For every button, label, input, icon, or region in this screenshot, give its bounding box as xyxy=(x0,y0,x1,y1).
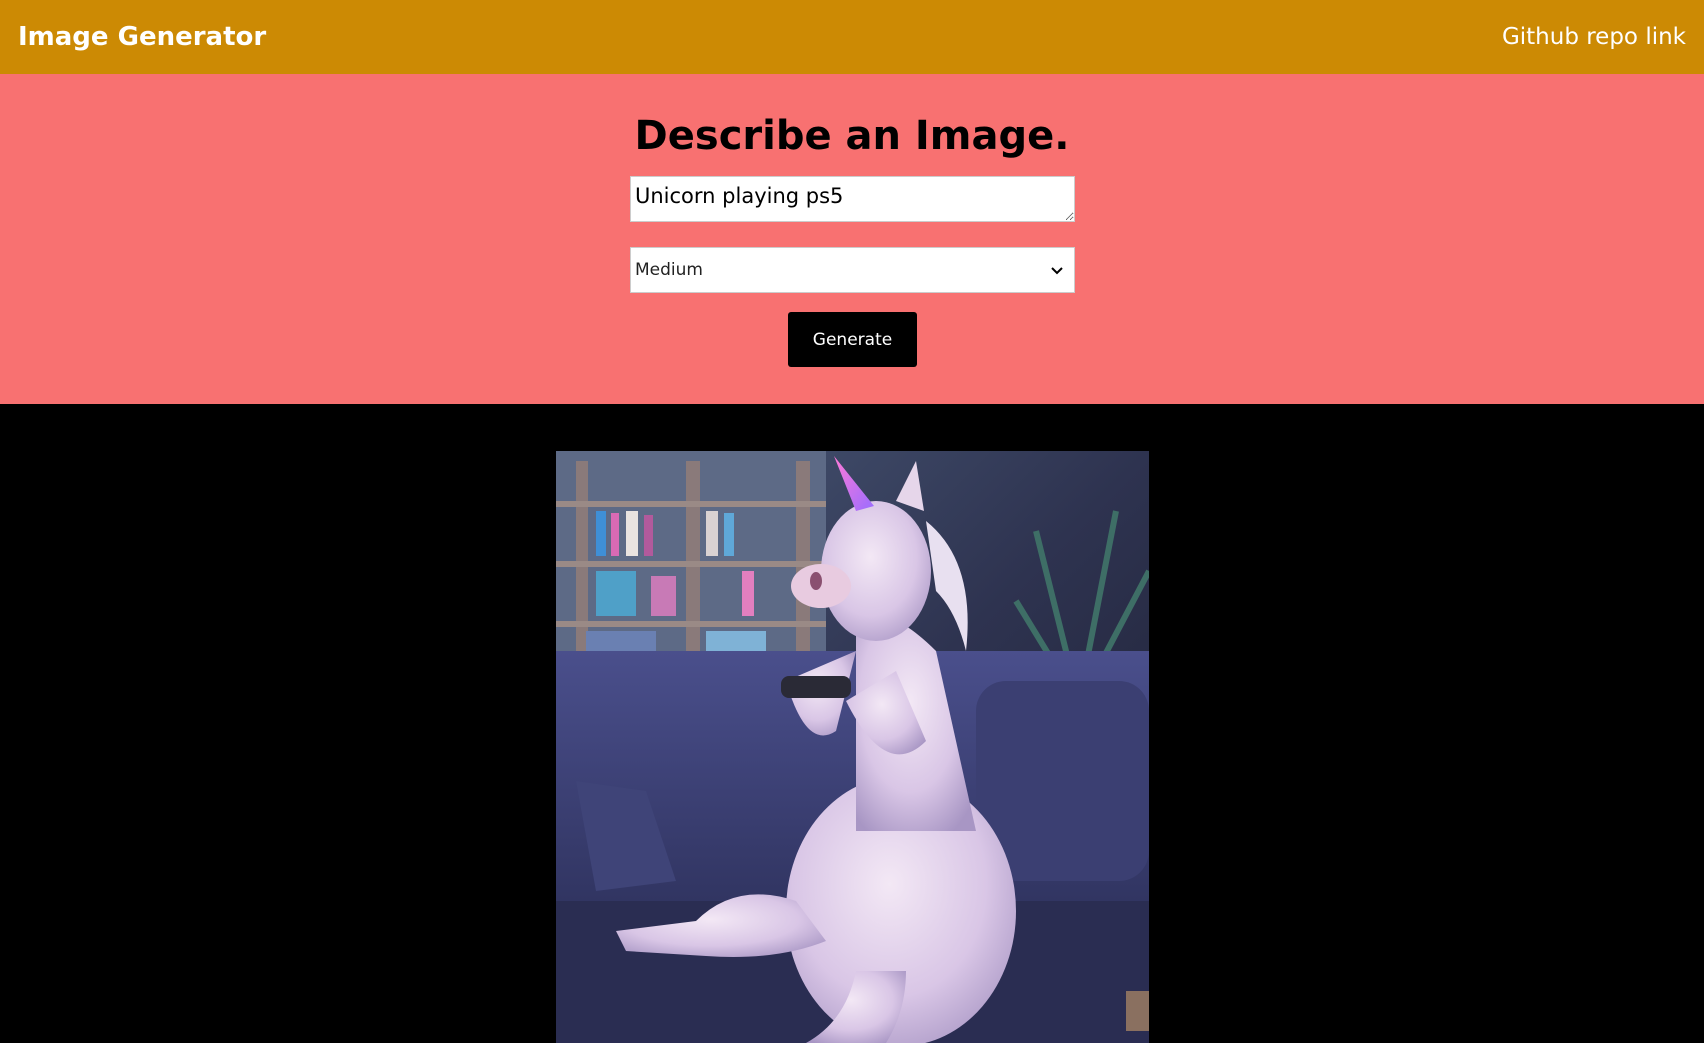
page-heading: Describe an Image. xyxy=(634,113,1070,159)
prompt-form-section: Describe an Image. Unicorn playing ps5 M… xyxy=(0,74,1704,404)
generate-button[interactable]: Generate xyxy=(788,312,917,367)
github-repo-link[interactable]: Github repo link xyxy=(1502,24,1686,50)
navbar: Image Generator Github repo link xyxy=(0,0,1704,74)
prompt-input[interactable]: Unicorn playing ps5 xyxy=(630,176,1075,222)
app-title: Image Generator xyxy=(18,22,267,52)
size-select[interactable]: Medium xyxy=(630,247,1075,293)
result-section xyxy=(0,404,1704,1043)
unicorn-image xyxy=(556,451,1149,1043)
size-select-value: Medium xyxy=(635,260,703,280)
generated-image xyxy=(556,451,1149,1043)
chevron-down-icon xyxy=(1051,267,1063,275)
